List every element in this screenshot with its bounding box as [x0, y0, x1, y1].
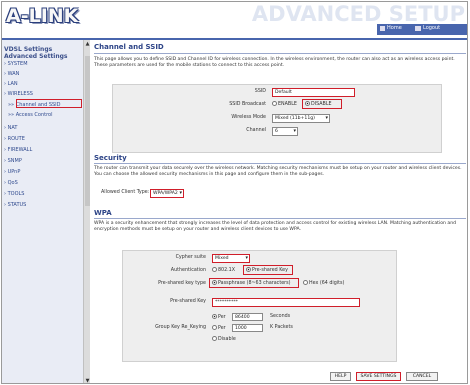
help-button[interactable]: HELP — [330, 372, 351, 381]
rekey-seconds-unit: Seconds — [270, 314, 291, 319]
client-type-select[interactable]: WPA/WPA2 — [150, 189, 184, 198]
wpa-title: WPA — [94, 209, 112, 217]
active-item-highlight — [16, 99, 82, 108]
sidebar-item-vdsl-settings[interactable]: VDSL Settings — [4, 46, 52, 53]
channel-label: Channel — [246, 128, 266, 133]
psk-passphrase-highlight — [209, 278, 299, 288]
rekey-seconds-input[interactable]: 86400 — [232, 313, 263, 321]
authentication-label: Authentication — [170, 268, 206, 273]
enable-radio[interactable] — [272, 101, 277, 106]
disable-highlight — [302, 99, 342, 109]
rekey-per-label-2: Per — [218, 326, 226, 331]
cypher-suite-label: Cypher suite — [175, 255, 206, 260]
channel-settings-panel: SSID Default SSID Broadcast ENABLE DISAB… — [112, 84, 442, 153]
psk-hex-option[interactable]: Hex (64 digits) — [303, 280, 349, 287]
wpa-description: WPA is a security enhancement that stron… — [94, 221, 457, 233]
sidebar-item-qos[interactable]: › QoS — [4, 180, 18, 186]
psk-hex-label: Hex (64 digits) — [309, 281, 345, 286]
security-title: Security — [94, 154, 127, 162]
app-window: A-LINK ADVANCED SETUP Home Logout VDSL S… — [1, 1, 468, 384]
psk-hex-radio[interactable] — [303, 280, 308, 285]
scroll-up-icon[interactable]: ▲ — [85, 41, 90, 47]
sidebar-item-wan[interactable]: › WAN — [4, 71, 19, 77]
wireless-mode-label: Wireless Mode — [231, 115, 266, 120]
scroll-down-icon[interactable]: ▼ — [85, 378, 90, 383]
auth-psk-highlight — [243, 265, 293, 275]
channel-ssid-title: Channel and SSID — [94, 43, 164, 51]
psk-input[interactable]: ********** — [212, 298, 360, 307]
channel-select[interactable]: 6 — [272, 127, 298, 136]
sidebar-item-wireless[interactable]: › WIRELESS — [4, 91, 33, 97]
cypher-suite-select[interactable]: Mixed — [212, 254, 250, 263]
brand-logo: A-LINK — [6, 5, 79, 27]
sidebar-item-system[interactable]: › SYSTEM — [4, 61, 28, 67]
psk-type-label: Pre-shared key type — [158, 281, 206, 286]
rekey-label: Group Key Re_Keying — [155, 325, 206, 330]
auth-8021x-radio[interactable] — [212, 267, 217, 272]
sidebar-item-route[interactable]: › ROUTE — [4, 136, 25, 142]
sidebar-item-access-control[interactable]: »» Access Control — [8, 112, 53, 118]
sidebar: VDSL Settings Advanced Settings › SYSTEM… — [2, 40, 90, 383]
enable-label: ENABLE — [278, 102, 297, 107]
auth-8021x-option[interactable]: 802.1X — [212, 267, 235, 273]
psk-label: Pre-shared Key — [170, 299, 206, 304]
channel-description: This page allows you to define SSID and … — [94, 57, 455, 69]
home-link[interactable]: Home — [387, 25, 402, 31]
ssid-input[interactable]: Default — [272, 88, 355, 97]
security-description: The router can transmit your data secure… — [94, 166, 462, 178]
auth-8021x-label: 802.1X — [218, 268, 236, 273]
rekey-packets-option[interactable]: Per — [212, 325, 226, 331]
rekey-packets-input[interactable]: 1000 — [232, 324, 263, 332]
logout-icon — [415, 26, 421, 31]
sidebar-item-snmp[interactable]: › SNMP — [4, 158, 22, 164]
header-nav-bar: Home Logout — [377, 24, 467, 35]
ssid-label: SSID — [254, 89, 266, 94]
sidebar-item-tools[interactable]: › TOOLS — [4, 191, 24, 197]
client-type-label: Allowed Client Type: — [101, 190, 150, 195]
title-rule — [94, 53, 466, 54]
rekey-seconds-option[interactable]: Per — [212, 314, 226, 320]
rekey-seconds-radio[interactable] — [212, 314, 217, 319]
save-settings-button[interactable]: SAVE SETTINGS — [356, 372, 401, 381]
ssid-broadcast-enable[interactable]: ENABLE — [272, 101, 297, 107]
rekey-packets-radio[interactable] — [212, 325, 217, 330]
home-icon — [380, 26, 385, 31]
scroll-thumb[interactable] — [85, 56, 90, 206]
wpa-settings-panel: Cypher suite Mixed Authentication 802.1X… — [122, 250, 397, 362]
section-title: ADVANCED SETUP — [251, 2, 465, 26]
logout-link[interactable]: Logout — [423, 25, 440, 31]
sidebar-item-nat[interactable]: › NAT — [4, 125, 17, 131]
rekey-disable-radio[interactable] — [212, 336, 217, 341]
sidebar-scrollbar[interactable]: ▲ ▼ — [83, 40, 90, 383]
sidebar-item-upnp[interactable]: › UPnP — [4, 169, 20, 175]
wireless-mode-select[interactable]: Mixed (11b+11g) — [272, 114, 330, 123]
sidebar-item-firewall[interactable]: › FIREWALL — [4, 147, 32, 153]
wpa-rule — [94, 218, 466, 219]
sidebar-item-status[interactable]: › STATUS — [4, 202, 26, 208]
main-content: Channel and SSID This page allows you to… — [92, 40, 467, 383]
ssid-broadcast-label: SSID Broadcast — [229, 102, 266, 107]
sidebar-item-lan[interactable]: › LAN — [4, 81, 18, 87]
sidebar-item-access-control-label: Access Control — [15, 112, 53, 118]
header: A-LINK ADVANCED SETUP Home Logout — [2, 2, 467, 38]
rekey-disable-label: Disable — [218, 337, 236, 342]
rekey-disable-option[interactable]: Disable — [212, 336, 236, 342]
security-rule — [94, 163, 466, 164]
cancel-button[interactable]: CANCEL — [406, 372, 438, 381]
rekey-packets-unit: K Packets — [270, 325, 293, 330]
rekey-per-label-1: Per — [218, 315, 226, 320]
sidebar-item-advanced-settings[interactable]: Advanced Settings — [4, 53, 68, 60]
